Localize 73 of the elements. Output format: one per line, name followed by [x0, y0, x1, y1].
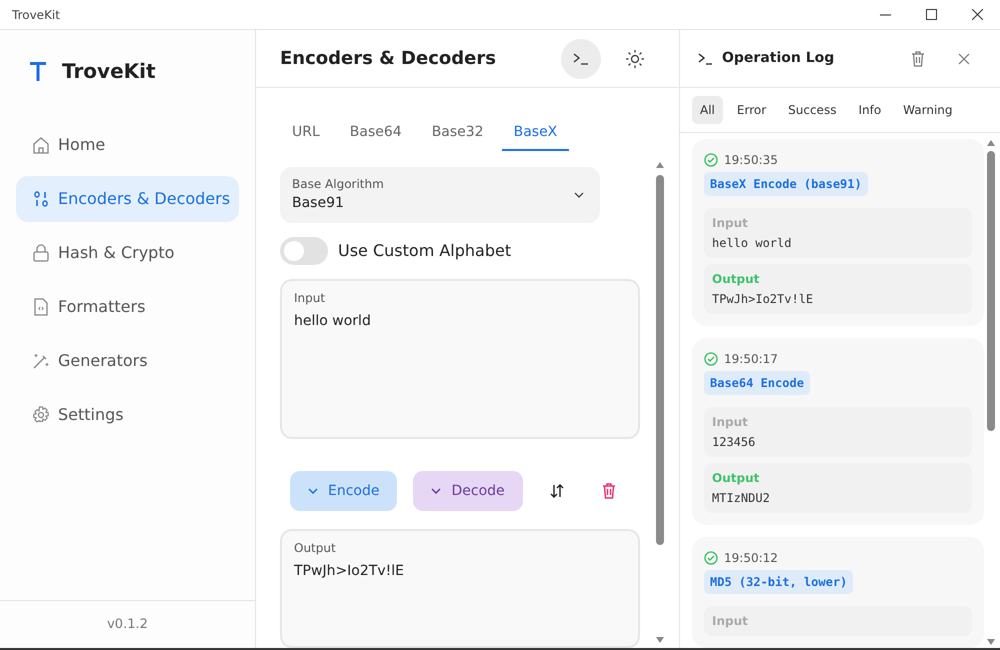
tab[interactable]: URL: [280, 118, 332, 151]
algorithm-select[interactable]: Base Algorithm Base91: [280, 167, 600, 224]
caret-icon: [574, 192, 584, 198]
toggle-switch[interactable]: [280, 237, 328, 266]
input-value: hello world: [712, 235, 792, 252]
terminal-icon: [698, 52, 712, 64]
nav-item[interactable]: Settings: [16, 392, 239, 438]
tab[interactable]: Base64: [338, 118, 414, 151]
field-value: Base91: [292, 194, 345, 213]
timestamp: 19:50:17: [724, 351, 778, 368]
field-value: hello world: [294, 312, 372, 332]
field-label: Output: [294, 540, 337, 558]
window-title: TroveKit: [12, 6, 60, 24]
home-icon: [32, 136, 50, 154]
operation-tag: MD5 (32-bit, lower): [704, 570, 854, 594]
scroll-down-icon[interactable]: [986, 638, 996, 646]
panel-title: Operation Log: [722, 50, 834, 67]
filter-tab[interactable]: Info: [850, 96, 890, 124]
caret-icon: [431, 488, 442, 494]
page-title: Encoders & Decoders: [280, 48, 496, 70]
nav-item[interactable]: Hash & Crypto: [16, 230, 239, 276]
check-circle-icon: [704, 153, 718, 167]
output-value: TPwJh>Io2Tv!lE: [712, 291, 814, 308]
terminal-button[interactable]: [561, 38, 601, 78]
nav-item[interactable]: Home: [16, 122, 239, 168]
filter-tab[interactable]: All: [692, 96, 723, 124]
scroll-up-icon[interactable]: [655, 161, 665, 169]
field-value: TPwJh>Io2Tv!lE: [294, 562, 405, 582]
filter-tab[interactable]: Warning: [895, 96, 961, 124]
nav-item[interactable]: Formatters: [16, 284, 239, 330]
tab[interactable]: BaseX: [502, 118, 570, 151]
scroll-up-icon[interactable]: [986, 139, 996, 147]
filter-tab[interactable]: Success: [780, 96, 844, 124]
input-label: Input: [712, 414, 749, 431]
encode-button[interactable]: Encode: [290, 471, 398, 512]
field-label: Input: [294, 290, 326, 308]
nav-item[interactable]: Generators: [16, 338, 239, 384]
lock-icon: [32, 244, 50, 262]
version-label: v0.1.2: [107, 616, 148, 634]
toggle-label: Use Custom Alphabet: [338, 240, 512, 262]
timestamp: 19:50:35: [724, 152, 778, 169]
caret-icon: [308, 488, 318, 494]
swap-icon: [548, 483, 565, 500]
output-value: MTIzNDU2: [712, 490, 771, 507]
field-label: Base Algorithm: [292, 176, 385, 193]
output-label: Output: [712, 470, 760, 487]
input-field[interactable]: Input hello world: [280, 279, 640, 440]
file-icon: [32, 298, 50, 316]
trash-icon: [602, 483, 616, 500]
output-field[interactable]: Output TPwJh>Io2Tv!lE: [280, 529, 640, 648]
trash-icon: [911, 50, 925, 66]
input-label: Input: [712, 613, 749, 630]
scroll-down-icon[interactable]: [655, 636, 665, 644]
check-circle-icon: [704, 551, 718, 565]
sun-icon[interactable]: [626, 50, 644, 68]
wand-icon: [32, 352, 50, 370]
terminal-icon: [573, 52, 589, 66]
timestamp: 19:50:12: [724, 550, 778, 567]
check-circle-icon: [704, 352, 718, 366]
app-name: TroveKit: [62, 58, 156, 85]
close-icon: [958, 52, 970, 64]
output-label: Output: [712, 271, 760, 288]
operation-tag: BaseX Encode (base91): [704, 172, 868, 196]
tab[interactable]: Base32: [420, 118, 496, 151]
decode-button[interactable]: Decode: [413, 471, 523, 512]
input-label: Input: [712, 215, 749, 232]
nav-item[interactable]: Encoders & Decoders: [16, 176, 239, 222]
logo-icon: [30, 61, 46, 81]
sliders-icon: [32, 190, 50, 208]
filter-tab[interactable]: Error: [728, 96, 774, 124]
gear-icon: [32, 406, 50, 424]
input-value: 123456: [712, 434, 756, 451]
operation-tag: Base64 Encode: [704, 371, 810, 395]
